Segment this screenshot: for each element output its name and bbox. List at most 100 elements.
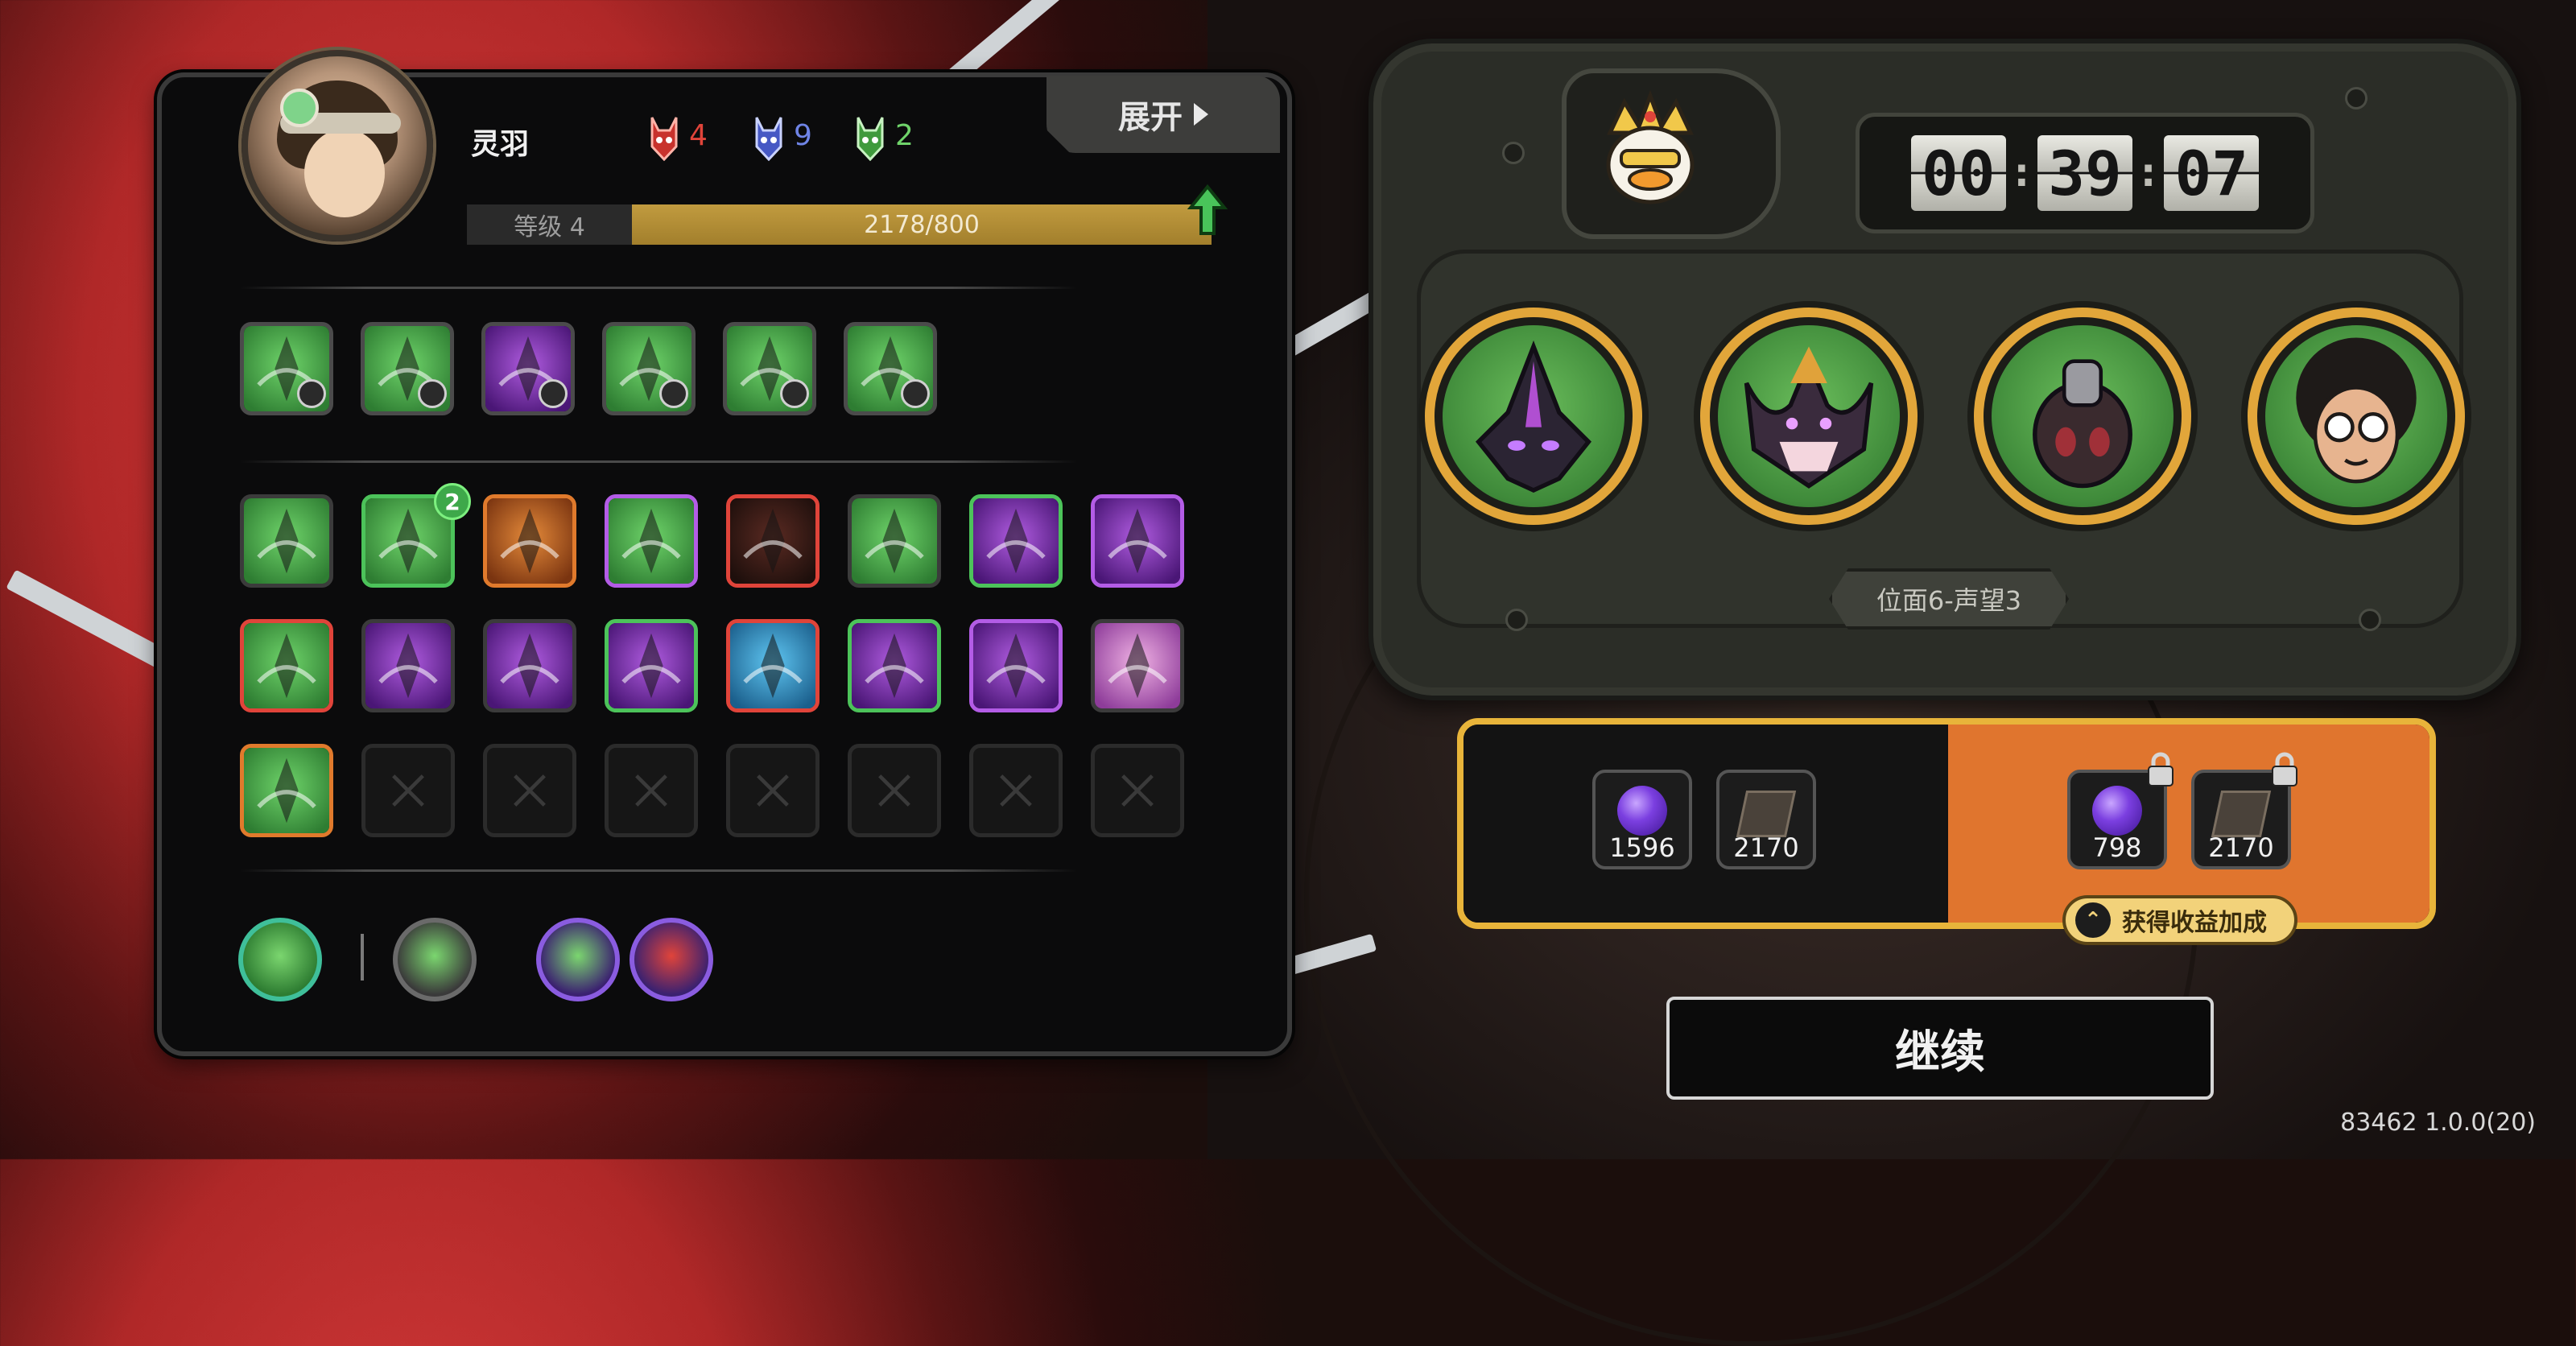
expand-button[interactable]: 展开 bbox=[1046, 76, 1280, 153]
empty-slot-icon[interactable] bbox=[1091, 744, 1184, 837]
timer-minutes: 39 bbox=[2037, 135, 2132, 211]
book-icon bbox=[2211, 791, 2272, 837]
reward-item-book[interactable]: 2170 bbox=[1716, 770, 1816, 869]
countdown-timer: 00 : 39 : 07 bbox=[1856, 113, 2314, 233]
duck-king-icon[interactable] bbox=[1586, 85, 1715, 213]
sun-badge-icon bbox=[659, 379, 688, 408]
green-vines-skill-icon[interactable] bbox=[723, 322, 816, 415]
hero-avatar[interactable] bbox=[242, 50, 433, 242]
purple-veins-icon[interactable] bbox=[848, 619, 941, 712]
double-chevron-up-icon: ⌃ bbox=[2075, 902, 2111, 938]
hero-name: 灵羽 bbox=[471, 128, 530, 161]
screw-icon bbox=[2359, 609, 2381, 631]
book-icon bbox=[1736, 791, 1797, 837]
pink-eye-icon[interactable] bbox=[1091, 619, 1184, 712]
faction-count: 9 bbox=[794, 118, 812, 152]
purple-orb-icon bbox=[1617, 786, 1667, 836]
stack-count-badge: 2 bbox=[434, 483, 471, 520]
afro-glasses-enemy-icon bbox=[2296, 337, 2417, 484]
purple-flame-skill-icon[interactable] bbox=[481, 322, 575, 415]
divider bbox=[240, 869, 1077, 872]
play-arrow-icon bbox=[1194, 103, 1208, 126]
reward-qty: 798 bbox=[2092, 832, 2142, 863]
empty-slot-icon[interactable] bbox=[848, 744, 941, 837]
divider bbox=[240, 287, 1077, 289]
continue-button[interactable]: 继续 bbox=[1666, 997, 2214, 1100]
green-spears-icon[interactable] bbox=[240, 619, 333, 712]
green-leaf-skill-icon[interactable] bbox=[602, 322, 696, 415]
shield-badge-icon bbox=[418, 379, 447, 408]
purple-urchin-icon[interactable] bbox=[361, 619, 455, 712]
gold-knight-skill-icon[interactable] bbox=[536, 918, 620, 1001]
gold-helmet-icon[interactable] bbox=[483, 494, 576, 588]
screw-icon bbox=[1502, 142, 1525, 164]
fire-badge-icon bbox=[539, 379, 568, 408]
reward-item-orb[interactable]: 1596 bbox=[1592, 770, 1692, 869]
enemy-portrait[interactable] bbox=[1700, 308, 1918, 525]
green-wings-icon[interactable] bbox=[240, 494, 333, 588]
bullets-icon[interactable] bbox=[726, 494, 819, 588]
expand-label: 展开 bbox=[1118, 99, 1183, 136]
screw-icon bbox=[1505, 609, 1528, 631]
red-fist-skill-icon[interactable] bbox=[630, 918, 713, 1001]
empty-slot-icon[interactable] bbox=[605, 744, 698, 837]
horned-demon-enemy-icon bbox=[1744, 346, 1874, 489]
version-text: 83462 1.0.0(20) bbox=[2340, 1109, 2536, 1137]
green-swirl-icon[interactable] bbox=[240, 744, 333, 837]
shield-badge-icon bbox=[901, 379, 930, 408]
purple-slime-icon[interactable] bbox=[969, 619, 1063, 712]
stage-label: 位面6-声望3 bbox=[1829, 568, 2069, 630]
timer-colon: : bbox=[2013, 151, 2029, 196]
faction-count: 2 bbox=[895, 118, 914, 152]
blue-star-icon[interactable] bbox=[726, 619, 819, 712]
empty-slot-icon[interactable] bbox=[483, 744, 576, 837]
blade-decoration bbox=[6, 569, 180, 675]
bonus-rewards bbox=[1948, 725, 2429, 923]
purple-claw-icon[interactable] bbox=[969, 494, 1063, 588]
faction-blue: 9 bbox=[753, 109, 812, 161]
green-slash-skill-icon[interactable] bbox=[238, 918, 322, 1001]
green-helmet-skill-icon[interactable] bbox=[844, 322, 937, 415]
dark-hooded-enemy-icon bbox=[1476, 340, 1591, 493]
base-rewards bbox=[1463, 725, 1946, 923]
enemy-portrait[interactable] bbox=[1974, 308, 2191, 525]
shield-badge-icon bbox=[297, 379, 326, 408]
level-up-arrow-icon[interactable] bbox=[1187, 184, 1228, 240]
green-mask-icon bbox=[857, 117, 884, 161]
empty-slot-icon[interactable] bbox=[969, 744, 1063, 837]
enemy-portrait[interactable] bbox=[2248, 308, 2465, 525]
green-thorns-icon[interactable] bbox=[848, 494, 941, 588]
red-mask-icon bbox=[650, 117, 678, 161]
green-bullet-icon[interactable] bbox=[605, 494, 698, 588]
purple-orb-icon bbox=[2092, 786, 2142, 836]
timer-hours: 00 bbox=[1910, 135, 2006, 211]
level-label: 等级 4 bbox=[467, 204, 632, 245]
green-blade-skill-icon[interactable] bbox=[240, 322, 333, 415]
green-arrow-burst-skill-icon[interactable] bbox=[361, 322, 454, 415]
moon-badge-icon bbox=[780, 379, 809, 408]
timer-seconds: 07 bbox=[2164, 135, 2260, 211]
faction-green: 2 bbox=[855, 109, 914, 161]
income-boost-button[interactable]: ⌃ 获得收益加成 bbox=[2062, 895, 2297, 945]
faction-count: 4 bbox=[689, 118, 708, 152]
purple-crown-icon[interactable] bbox=[1091, 494, 1184, 588]
green-fan-skill-icon[interactable] bbox=[393, 918, 477, 1001]
reward-qty: 1596 bbox=[1609, 832, 1675, 863]
empty-slot-icon[interactable] bbox=[361, 744, 455, 837]
purple-spine-icon[interactable] bbox=[483, 619, 576, 712]
blue-mask-icon bbox=[755, 117, 782, 161]
faction-red: 4 bbox=[649, 109, 708, 161]
armored-beetle-enemy-icon bbox=[2033, 359, 2132, 489]
divider bbox=[240, 460, 1077, 463]
lock-icon bbox=[2148, 752, 2174, 787]
level-progress-bar: 等级 4 2178/800 bbox=[467, 204, 1212, 245]
lock-icon bbox=[2272, 752, 2297, 787]
separator-line bbox=[361, 934, 364, 981]
timer-colon: : bbox=[2140, 151, 2157, 196]
boost-label: 获得收益加成 bbox=[2122, 909, 2267, 937]
xp-text: 2178/800 bbox=[632, 204, 1212, 245]
empty-slot-icon[interactable] bbox=[726, 744, 819, 837]
enemy-portrait[interactable] bbox=[1425, 308, 1642, 525]
purple-hand-icon[interactable] bbox=[605, 619, 698, 712]
screw-icon bbox=[2345, 87, 2368, 109]
